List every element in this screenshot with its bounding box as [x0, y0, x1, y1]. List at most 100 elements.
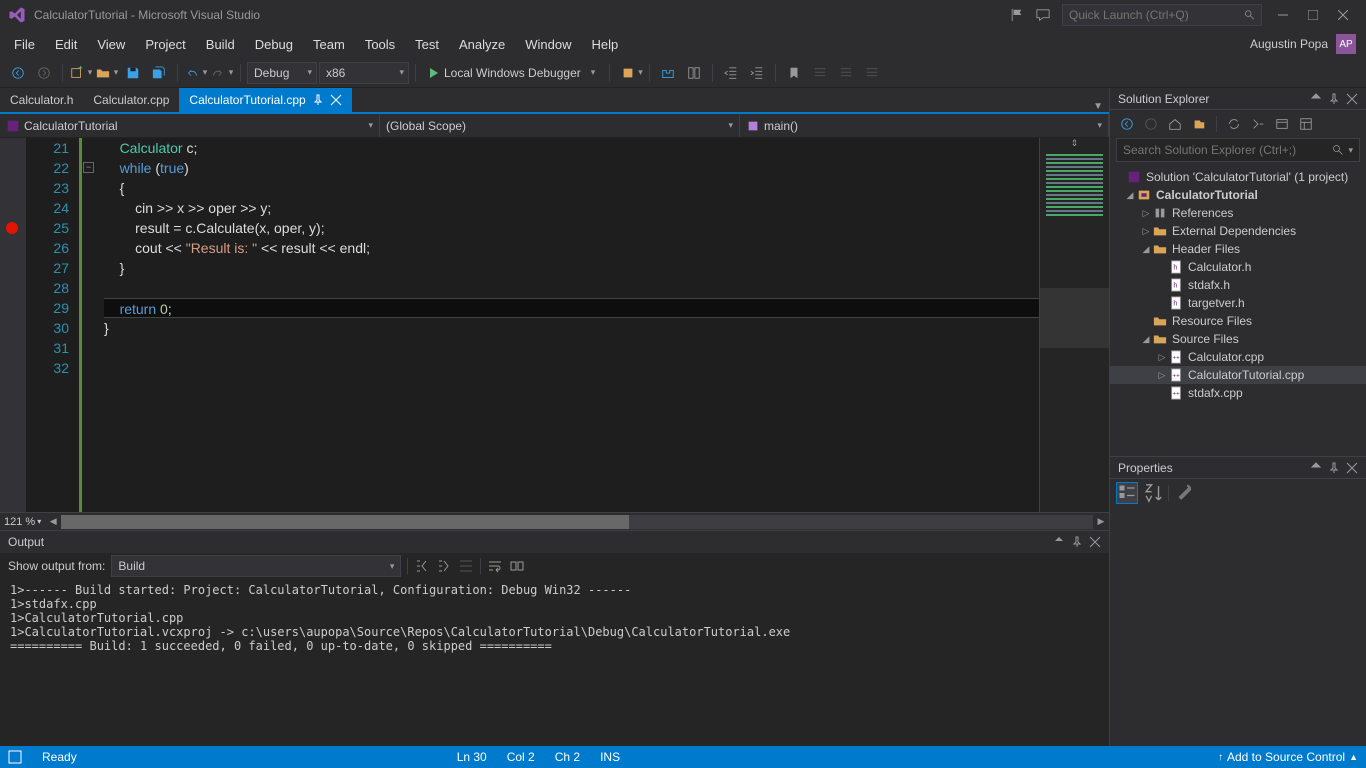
solution-search[interactable]: ▾	[1116, 138, 1360, 162]
file-node[interactable]: hCalculator.h	[1110, 258, 1366, 276]
source-control-button[interactable]: ↑Add to Source Control▲	[1218, 750, 1358, 764]
menu-help[interactable]: Help	[582, 33, 629, 56]
menu-analyze[interactable]: Analyze	[449, 33, 515, 56]
home-button[interactable]	[1164, 113, 1186, 135]
goto-next-icon[interactable]	[436, 558, 452, 574]
categorized-button[interactable]	[1116, 482, 1138, 504]
menu-window[interactable]: Window	[515, 33, 581, 56]
back-button[interactable]	[1116, 113, 1138, 135]
tab[interactable]: Calculator.h	[0, 88, 83, 112]
platform-combo[interactable]: x86	[319, 62, 409, 84]
fwd-button[interactable]	[1140, 113, 1162, 135]
scope-function-combo[interactable]: main()	[740, 115, 1109, 137]
menu-view[interactable]: View	[87, 33, 135, 56]
pin-icon[interactable]	[312, 94, 324, 106]
code-editor[interactable]: 212223242526272829303132 − Calculator c;…	[0, 138, 1109, 512]
menu-file[interactable]: File	[4, 33, 45, 56]
alphabetical-button[interactable]	[1142, 482, 1164, 504]
user-avatar[interactable]: AP	[1336, 34, 1356, 54]
file-node[interactable]: ▷++Calculator.cpp	[1110, 348, 1366, 366]
close-icon[interactable]	[1089, 536, 1101, 548]
save-all-button[interactable]	[147, 61, 171, 85]
tab[interactable]: Calculator.cpp	[83, 88, 179, 112]
zoom-combo[interactable]: 121 %	[0, 516, 45, 528]
start-debugging-button[interactable]: Local Windows Debugger	[422, 62, 603, 84]
flag-icon[interactable]	[1010, 8, 1024, 22]
toggle-button[interactable]	[860, 61, 884, 85]
close-icon[interactable]	[1346, 93, 1358, 105]
window-icon[interactable]	[682, 61, 706, 85]
menu-edit[interactable]: Edit	[45, 33, 87, 56]
resource-files-node[interactable]: Resource Files	[1110, 312, 1366, 330]
undo-button[interactable]	[184, 61, 208, 85]
maximize-button[interactable]	[1298, 5, 1328, 25]
scroll-left-button[interactable]: ◀	[45, 516, 61, 527]
hscroll-track[interactable]	[61, 515, 1093, 529]
source-files-node[interactable]: ◢Source Files	[1110, 330, 1366, 348]
outdent-button[interactable]	[719, 61, 743, 85]
menu-project[interactable]: Project	[135, 33, 195, 56]
tab[interactable]: CalculatorTutorial.cpp	[179, 88, 351, 112]
project-node[interactable]: ◢CalculatorTutorial	[1110, 186, 1366, 204]
solution-tree[interactable]: Solution 'CalculatorTutorial' (1 project…	[1110, 166, 1366, 456]
clear-icon[interactable]	[458, 558, 474, 574]
minimap[interactable]: ⇕	[1039, 138, 1109, 512]
scope-project-combo[interactable]: CalculatorTutorial	[0, 115, 380, 137]
bookmark-button[interactable]	[782, 61, 806, 85]
menu-test[interactable]: Test	[405, 33, 449, 56]
uncomment-button[interactable]	[834, 61, 858, 85]
word-wrap-icon[interactable]	[487, 558, 503, 574]
collapse-button[interactable]	[1247, 113, 1269, 135]
indent-button[interactable]	[745, 61, 769, 85]
menu-debug[interactable]: Debug	[245, 33, 303, 56]
splitter-icon[interactable]: ⇕	[1040, 138, 1109, 148]
output-text[interactable]: 1>------ Build started: Project: Calcula…	[0, 579, 1109, 746]
file-node[interactable]: htargetver.h	[1110, 294, 1366, 312]
references-node[interactable]: ▷References	[1110, 204, 1366, 222]
minimize-button[interactable]	[1268, 5, 1298, 25]
step-over-icon[interactable]	[616, 61, 640, 85]
toolbox-icon[interactable]	[656, 61, 680, 85]
close-icon[interactable]	[330, 94, 342, 106]
properties-button[interactable]	[1295, 113, 1317, 135]
code-area[interactable]: Calculator c; while (true) { cin >> x >>…	[96, 138, 1039, 512]
close-window-button[interactable]	[1328, 5, 1358, 25]
solution-node[interactable]: Solution 'CalculatorTutorial' (1 project…	[1110, 168, 1366, 186]
save-button[interactable]	[121, 61, 145, 85]
open-file-button[interactable]	[95, 61, 119, 85]
refresh-button[interactable]	[1223, 113, 1245, 135]
feedback-icon[interactable]	[1036, 8, 1050, 22]
nav-forward-button[interactable]	[32, 61, 56, 85]
external-deps-node[interactable]: ▷External Dependencies	[1110, 222, 1366, 240]
pin-icon[interactable]	[1071, 536, 1083, 548]
header-files-node[interactable]: ◢Header Files	[1110, 240, 1366, 258]
menu-team[interactable]: Team	[303, 33, 355, 56]
fold-gutter[interactable]: −	[82, 138, 96, 512]
solution-search-input[interactable]	[1123, 143, 1332, 157]
file-node[interactable]: ▷++CalculatorTutorial.cpp	[1110, 366, 1366, 384]
menu-build[interactable]: Build	[196, 33, 245, 56]
breakpoint-gutter[interactable]	[0, 138, 26, 512]
window-position-icon[interactable]	[1053, 536, 1065, 548]
breakpoint-icon[interactable]	[6, 222, 18, 234]
scope-namespace-combo[interactable]: (Global Scope)	[380, 115, 740, 137]
close-icon[interactable]	[1346, 462, 1358, 474]
file-node[interactable]: ++stdafx.cpp	[1110, 384, 1366, 402]
show-all-button[interactable]	[1271, 113, 1293, 135]
sync-button[interactable]	[1188, 113, 1210, 135]
comment-button[interactable]	[808, 61, 832, 85]
wrench-button[interactable]	[1173, 482, 1195, 504]
pin-icon[interactable]	[1328, 462, 1340, 474]
window-position-icon[interactable]	[1310, 93, 1322, 105]
goto-prev-icon[interactable]	[414, 558, 430, 574]
redo-button[interactable]	[210, 61, 234, 85]
output-from-combo[interactable]: Build	[111, 555, 401, 577]
hscroll-thumb[interactable]	[61, 515, 628, 529]
toggle-icon[interactable]	[509, 558, 525, 574]
tab-dropdown-icon[interactable]: ▼	[1093, 101, 1103, 112]
config-combo[interactable]: Debug	[247, 62, 317, 84]
scroll-right-button[interactable]: ▶	[1093, 516, 1109, 527]
pin-icon[interactable]	[1328, 93, 1340, 105]
quick-launch-input[interactable]	[1069, 8, 1244, 22]
nav-back-button[interactable]	[6, 61, 30, 85]
